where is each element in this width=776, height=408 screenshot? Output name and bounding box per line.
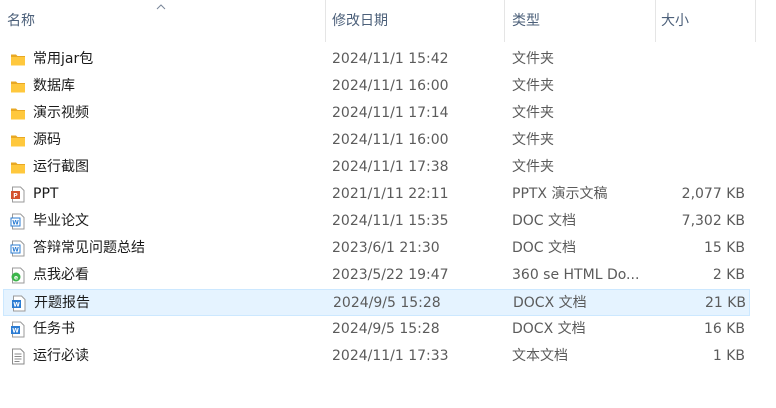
folder-icon (10, 78, 26, 95)
file-size: 1 KB (712, 348, 745, 364)
file-size: 7,302 KB (681, 213, 745, 229)
file-type: DOC 文档 (512, 240, 577, 256)
svg-text:W: W (12, 247, 19, 254)
file-size (653, 46, 745, 73)
file-name: 运行必读 (33, 348, 89, 364)
file-size: 16 KB (703, 321, 745, 337)
file-name: 源码 (33, 132, 61, 148)
file-size: 21 KB (704, 295, 746, 311)
file-date: 2024/11/1 15:35 (332, 213, 449, 229)
folder-icon (10, 105, 26, 122)
file-size: 2 KB (712, 267, 745, 283)
file-row[interactable]: 常用jar包 2024/11/1 15:42 文件夹 (3, 46, 750, 73)
pptx-file-icon: P (10, 186, 26, 203)
file-row[interactable]: 源码 2024/11/1 16:00 文件夹 (3, 127, 750, 154)
folder-icon (10, 159, 26, 176)
txt-file-icon (10, 348, 26, 365)
file-name: PPT (33, 186, 59, 202)
file-type: 文件夹 (512, 105, 554, 121)
doc-file-icon: W (10, 213, 26, 230)
file-name: 答辩常见问题总结 (33, 240, 145, 256)
file-row[interactable]: 数据库 2024/11/1 16:00 文件夹 (3, 73, 750, 100)
column-divider[interactable] (755, 0, 756, 42)
file-date: 2024/9/5 15:28 (333, 295, 441, 311)
file-name: 任务书 (33, 321, 75, 337)
svg-text:P: P (13, 193, 18, 200)
file-date: 2024/11/1 16:00 (332, 78, 449, 94)
folder-icon (10, 51, 26, 68)
file-row[interactable]: 运行必读 2024/11/1 17:33 文本文档 1 KB (3, 343, 750, 370)
file-type: DOC 文档 (512, 213, 577, 229)
svg-text:W: W (13, 302, 20, 309)
file-type: 文件夹 (512, 51, 554, 67)
svg-text:W: W (12, 328, 19, 335)
file-type: 文件夹 (512, 132, 554, 148)
file-type: 文件夹 (512, 159, 554, 175)
docx-file-icon: W (11, 295, 27, 312)
svg-text:W: W (12, 220, 19, 227)
file-row[interactable]: e 点我必看 2023/5/22 19:47 360 se HTML Do...… (3, 262, 750, 289)
file-date: 2023/5/22 19:47 (332, 267, 449, 283)
file-row[interactable]: W 毕业论文 2024/11/1 15:35 DOC 文档 7,302 KB (3, 208, 750, 235)
file-name: 常用jar包 (33, 51, 94, 67)
column-header-type[interactable]: 类型 (504, 0, 655, 42)
file-row[interactable]: W 任务书 2024/9/5 15:28 DOCX 文档 16 KB (3, 316, 750, 343)
file-name: 毕业论文 (33, 213, 89, 229)
column-header-size[interactable]: 大小 (655, 0, 755, 42)
file-date: 2024/11/1 16:00 (332, 132, 449, 148)
file-row[interactable]: W 答辩常见问题总结 2023/6/1 21:30 DOC 文档 15 KB (3, 235, 750, 262)
file-type: 360 se HTML Do... (512, 267, 640, 283)
file-name: 点我必看 (33, 267, 89, 283)
file-name: 数据库 (33, 78, 75, 94)
docx-file-icon: W (10, 321, 26, 338)
column-header-date[interactable]: 修改日期 (325, 0, 504, 42)
file-size (653, 73, 745, 100)
file-name: 开题报告 (34, 295, 90, 311)
column-header-bar: 名称 修改日期 类型 大小 (0, 0, 776, 42)
file-type: DOCX 文档 (512, 321, 586, 337)
file-row[interactable]: 演示视频 2024/11/1 17:14 文件夹 (3, 100, 750, 127)
file-date: 2024/11/1 15:42 (332, 51, 449, 67)
file-name: 演示视频 (33, 105, 89, 121)
file-type: 文本文档 (512, 348, 568, 364)
file-type: DOCX 文档 (513, 295, 587, 311)
file-type: PPTX 演示文稿 (512, 186, 608, 202)
html-file-icon: e (10, 267, 26, 284)
file-row[interactable]: P PPT 2021/1/11 22:11 PPTX 演示文稿 2,077 KB (3, 181, 750, 208)
doc-file-icon: W (10, 240, 26, 257)
file-date: 2024/11/1 17:38 (332, 159, 449, 175)
column-header-name[interactable]: 名称 (0, 0, 325, 42)
file-date: 2021/1/11 22:11 (332, 186, 449, 202)
file-date: 2024/9/5 15:28 (332, 321, 440, 337)
file-size: 2,077 KB (681, 186, 745, 202)
file-size (653, 100, 745, 127)
file-size (653, 127, 745, 154)
file-type: 文件夹 (512, 78, 554, 94)
file-date: 2024/11/1 17:14 (332, 105, 449, 121)
file-size: 15 KB (703, 240, 745, 256)
file-row[interactable]: 运行截图 2024/11/1 17:38 文件夹 (3, 154, 750, 181)
file-name: 运行截图 (33, 159, 89, 175)
file-size (653, 154, 745, 181)
file-date: 2024/11/1 17:33 (332, 348, 449, 364)
folder-icon (10, 132, 26, 149)
file-row-selected[interactable]: W 开题报告 2024/9/5 15:28 DOCX 文档 21 KB (3, 289, 750, 316)
file-date: 2023/6/1 21:30 (332, 240, 440, 256)
svg-text:e: e (14, 275, 18, 282)
